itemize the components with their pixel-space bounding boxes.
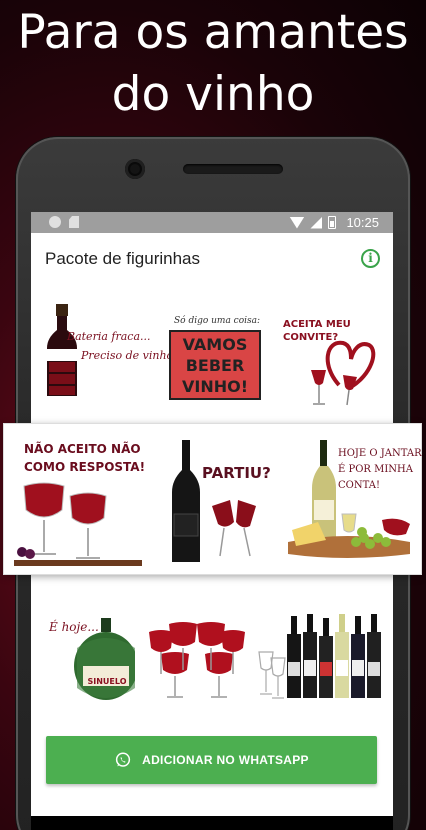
sticker-hoje-o-jantar[interactable]: HOJE O JANTAR É POR MINHA CONTA! bbox=[286, 434, 422, 564]
sticker-bottles-lineup[interactable] bbox=[255, 612, 387, 702]
whatsapp-icon bbox=[116, 752, 131, 767]
bottle-and-glasses-icon bbox=[172, 440, 256, 562]
sticker-nao-aceito[interactable]: NÃO ACEITO NÃO COMO RESPOSTA! bbox=[14, 434, 145, 566]
sticker-vamos-beber[interactable]: Só digo uma coisa: VAMOS BEBER VINHO! bbox=[167, 316, 267, 406]
sticker-many-glasses[interactable] bbox=[147, 604, 247, 704]
sticker-caption: PARTIU? bbox=[202, 464, 271, 482]
sticker-e-hoje[interactable]: É hoje... SINUELO bbox=[45, 614, 135, 709]
add-to-whatsapp-label: ADICIONAR NO WHATSAPP bbox=[142, 753, 309, 767]
sticker-label: SINUELO bbox=[87, 677, 127, 686]
notification-dot-icon bbox=[49, 216, 61, 228]
sticker-caption: VINHO! bbox=[181, 377, 248, 396]
status-bar: 10:25 bbox=[31, 212, 393, 233]
wine-heart-icon bbox=[311, 340, 376, 406]
sd-card-icon bbox=[69, 216, 79, 228]
sticker-caption: Preciso de vinho! bbox=[81, 349, 178, 362]
front-camera bbox=[125, 159, 145, 179]
cell-signal-icon bbox=[310, 216, 323, 229]
wine-bottle-icon bbox=[47, 304, 77, 396]
two-glasses-icon bbox=[14, 482, 142, 566]
promo-line-2: do vinho bbox=[111, 67, 315, 122]
promo-line-1: Para os amantes bbox=[17, 5, 409, 60]
add-to-whatsapp-button[interactable]: ADICIONAR NO WHATSAPP bbox=[46, 736, 377, 784]
promo-headline: Para os amantes do vinho bbox=[0, 0, 426, 126]
sticker-caption: Só digo uma coisa: bbox=[174, 316, 261, 326]
sticker-partiu[interactable]: PARTIU? bbox=[164, 436, 274, 566]
sticker-caption: VAMOS bbox=[182, 335, 248, 354]
featured-stickers-band: NÃO ACEITO NÃO COMO RESPOSTA! PARTIU? HO… bbox=[4, 424, 422, 574]
navigation-bar bbox=[31, 816, 393, 830]
page-title: Pacote de figurinhas bbox=[45, 249, 200, 268]
battery-icon bbox=[328, 216, 337, 229]
wifi-icon bbox=[289, 216, 305, 229]
status-time: 10:25 bbox=[346, 215, 379, 230]
wine-bottles-icon bbox=[258, 614, 381, 699]
sticker-caption: BEBER bbox=[185, 356, 245, 375]
wine-jug-icon bbox=[74, 618, 135, 700]
sticker-caption: Bateria fraca... bbox=[67, 330, 151, 343]
sticker-aceita-convite[interactable]: ACEITA MEU CONVITE? bbox=[281, 315, 381, 410]
earpiece-speaker bbox=[183, 164, 283, 174]
app-bar: Pacote de figurinhas i bbox=[31, 233, 393, 283]
info-icon[interactable]: i bbox=[361, 249, 380, 268]
sticker-battery[interactable]: Bateria fraca... Preciso de vinho! bbox=[43, 304, 178, 404]
dinner-board-icon bbox=[288, 440, 410, 558]
wine-glasses-icon bbox=[149, 622, 245, 698]
sticker-sign: VAMOS BEBER VINHO! bbox=[169, 330, 261, 400]
